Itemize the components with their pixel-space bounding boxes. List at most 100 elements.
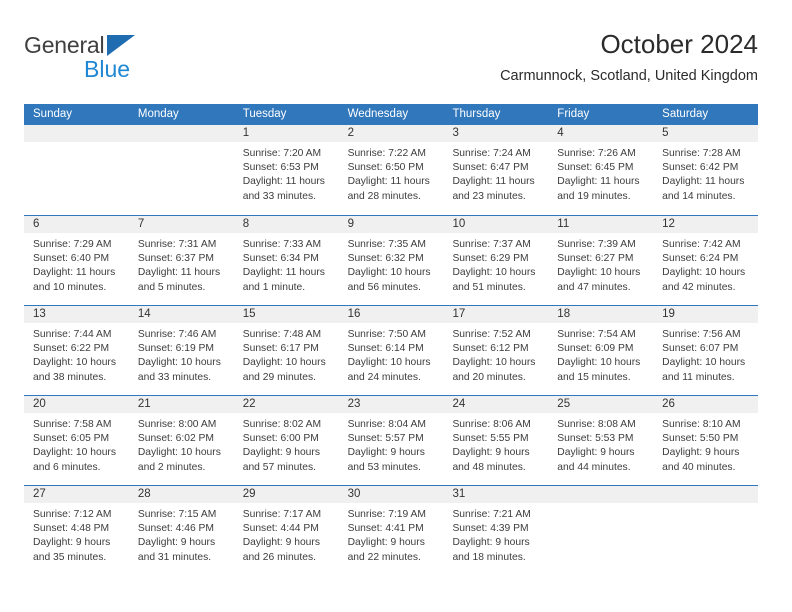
- day-details: Sunrise: 7:56 AM Sunset: 6:07 PM Daylight:…: [653, 323, 758, 385]
- calendar-day-cell[interactable]: 11 Sunrise: 7:39 AM Sunset: 6:27 PM Dayligh…: [548, 216, 654, 305]
- weekday-header-thursday: Thursday: [452, 108, 501, 120]
- calendar-day-cell[interactable]: 21 Sunrise: 8:00 AM Sunset: 6:02 PM Dayligh…: [128, 396, 234, 485]
- sunrise-time: Sunrise: 7:19 AM: [347, 509, 426, 520]
- calendar-day-cell[interactable]: 25 Sunrise: 8:08 AM Sunset: 5:53 PM Dayligh…: [548, 396, 654, 485]
- calendar-week-row: 6 Sunrise: 7:29 AM Sunset: 6:40 PM Daylight…: [24, 215, 759, 305]
- sunset-time: Sunset: 6:14 PM: [347, 343, 424, 355]
- calendar-week-row: 13 Sunrise: 7:44 AM Sunset: 6:22 PM Dayligh…: [24, 305, 759, 395]
- sunset-time: Sunset: 4:39 PM: [452, 523, 529, 535]
- day-details: Sunrise: 8:00 AM Sunset: 6:02 PM Daylight:…: [129, 413, 234, 475]
- day-number-band: 11: [548, 216, 654, 233]
- daylight-duration-line2: and 10 minutes.: [33, 281, 107, 293]
- daylight-duration-line1: Daylight: 9 hours: [347, 537, 425, 549]
- calendar-day-cell[interactable]: 31 Sunrise: 7:21 AM Sunset: 4:39 PM Dayligh…: [443, 486, 549, 575]
- daylight-duration-line1: Daylight: 10 hours: [557, 357, 641, 369]
- day-number: 30: [347, 488, 361, 500]
- sunset-time: Sunset: 6:47 PM: [452, 162, 529, 174]
- calendar-day-cell[interactable]: 2 Sunrise: 7:22 AM Sunset: 6:50 PM Daylight…: [338, 125, 444, 215]
- calendar-day-cell[interactable]: 10 Sunrise: 7:37 AM Sunset: 6:29 PM Dayligh…: [443, 216, 549, 305]
- day-number: 24: [452, 398, 466, 410]
- day-number: 10: [452, 218, 466, 230]
- calendar-day-cell[interactable]: 4 Sunrise: 7:26 AM Sunset: 6:45 PM Daylight…: [548, 125, 654, 215]
- calendar-day-cell[interactable]: 8 Sunrise: 7:33 AM Sunset: 6:34 PM Daylight…: [233, 216, 339, 305]
- daylight-duration-line2: and 18 minutes.: [452, 551, 526, 563]
- day-number: 1: [242, 127, 250, 139]
- calendar-day-cell[interactable]: 14 Sunrise: 7:46 AM Sunset: 6:19 PM Dayligh…: [128, 306, 234, 395]
- sunset-time: Sunset: 6:27 PM: [557, 253, 634, 265]
- day-details: Sunrise: 8:04 AM Sunset: 5:57 PM Daylight:…: [339, 413, 444, 475]
- daylight-duration-line1: Daylight: 10 hours: [557, 267, 641, 279]
- calendar-day-cell[interactable]: 17 Sunrise: 7:52 AM Sunset: 6:12 PM Dayligh…: [443, 306, 549, 395]
- day-number: 6: [33, 218, 40, 230]
- calendar-day-cell[interactable]: 28 Sunrise: 7:15 AM Sunset: 4:46 PM Dayligh…: [128, 486, 234, 575]
- sunrise-time: Sunrise: 7:21 AM: [452, 509, 531, 520]
- sunrise-time: Sunrise: 8:10 AM: [662, 419, 741, 430]
- calendar-day-cell[interactable]: 6 Sunrise: 7:29 AM Sunset: 6:40 PM Daylight…: [24, 216, 129, 305]
- calendar-day-cell[interactable]: 3 Sunrise: 7:24 AM Sunset: 6:47 PM Daylight…: [443, 125, 549, 215]
- calendar-day-cell[interactable]: 30 Sunrise: 7:19 AM Sunset: 4:41 PM Dayligh…: [338, 486, 444, 575]
- sunset-time: Sunset: 4:46 PM: [137, 523, 214, 535]
- sunrise-time: Sunrise: 7:35 AM: [347, 239, 426, 250]
- sunrise-time: Sunrise: 7:17 AM: [242, 509, 322, 520]
- day-number: 17: [452, 308, 466, 320]
- sunset-time: Sunset: 6:22 PM: [33, 343, 110, 355]
- logo-text-blue: Blue: [84, 56, 131, 82]
- day-details: Sunrise: 7:15 AM Sunset: 4:46 PM Daylight:…: [129, 503, 234, 565]
- weekday-header-wednesday: Wednesday: [347, 108, 409, 120]
- daylight-duration-line1: Daylight: 10 hours: [137, 357, 221, 369]
- daylight-duration-line1: Daylight: 11 hours: [33, 267, 116, 279]
- day-number: 31: [452, 488, 466, 500]
- sunrise-time: Sunrise: 7:56 AM: [662, 329, 741, 340]
- sunset-time: Sunset: 6:29 PM: [452, 253, 529, 265]
- calendar-week-row: 1 Sunrise: 7:20 AM Sunset: 6:53 PM Daylight…: [24, 125, 759, 215]
- calendar-weeks: 1 Sunrise: 7:20 AM Sunset: 6:53 PM Daylight…: [24, 125, 759, 575]
- day-number: 4: [557, 127, 564, 139]
- day-number: 8: [242, 218, 250, 230]
- daylight-duration-line1: Daylight: 9 hours: [557, 447, 635, 459]
- calendar-day-cell-empty: [653, 486, 759, 575]
- sunrise-time: Sunrise: 7:26 AM: [557, 148, 636, 159]
- day-details: Sunrise: 7:22 AM Sunset: 6:50 PM Daylight:…: [339, 142, 444, 204]
- calendar-day-cell[interactable]: 13 Sunrise: 7:44 AM Sunset: 6:22 PM Dayligh…: [24, 306, 129, 395]
- day-details: Sunrise: 7:28 AM Sunset: 6:42 PM Daylight:…: [653, 142, 758, 204]
- calendar-day-cell[interactable]: 29 Sunrise: 7:17 AM Sunset: 4:44 PM Dayligh…: [233, 486, 339, 575]
- weekday-header-tuesday: Tuesday: [242, 108, 287, 120]
- calendar-day-cell[interactable]: 20 Sunrise: 7:58 AM Sunset: 6:05 PM Dayligh…: [24, 396, 129, 485]
- calendar-day-cell[interactable]: 12 Sunrise: 7:42 AM Sunset: 6:24 PM Dayligh…: [653, 216, 759, 305]
- daylight-duration-line2: and 56 minutes.: [347, 281, 421, 293]
- calendar-day-cell[interactable]: 24 Sunrise: 8:06 AM Sunset: 5:55 PM Dayligh…: [443, 396, 549, 485]
- general-blue-logo[interactable]: General Blue: [24, 32, 244, 88]
- daylight-duration-line1: Daylight: 11 hours: [242, 176, 325, 188]
- calendar-day-cell[interactable]: 5 Sunrise: 7:28 AM Sunset: 6:42 PM Daylight…: [653, 125, 759, 215]
- sunset-time: Sunset: 5:50 PM: [662, 433, 739, 445]
- calendar-day-cell[interactable]: 16 Sunrise: 7:50 AM Sunset: 6:14 PM Dayligh…: [338, 306, 444, 395]
- day-number: 26: [662, 398, 675, 410]
- calendar-day-cell[interactable]: 27 Sunrise: 7:12 AM Sunset: 4:48 PM Dayligh…: [24, 486, 129, 575]
- day-number-band: 19: [653, 306, 759, 323]
- sunrise-time: Sunrise: 7:20 AM: [242, 148, 322, 159]
- day-details: Sunrise: 8:10 AM Sunset: 5:50 PM Daylight:…: [653, 413, 758, 475]
- calendar-day-cell[interactable]: 7 Sunrise: 7:31 AM Sunset: 6:37 PM Daylight…: [128, 216, 234, 305]
- daylight-duration-line1: Daylight: 10 hours: [452, 267, 536, 279]
- calendar-week-row: 27 Sunrise: 7:12 AM Sunset: 4:48 PM Dayligh…: [24, 485, 759, 575]
- calendar-day-cell[interactable]: 26 Sunrise: 8:10 AM Sunset: 5:50 PM Dayligh…: [653, 396, 759, 485]
- calendar-day-cell[interactable]: 1 Sunrise: 7:20 AM Sunset: 6:53 PM Daylight…: [233, 125, 339, 215]
- sunset-time: Sunset: 6:34 PM: [242, 253, 319, 265]
- daylight-duration-line2: and 51 minutes.: [452, 281, 526, 293]
- sunset-time: Sunset: 6:07 PM: [662, 343, 739, 355]
- calendar-day-cell[interactable]: 9 Sunrise: 7:35 AM Sunset: 6:32 PM Daylight…: [338, 216, 444, 305]
- day-number: 20: [33, 398, 46, 410]
- daylight-duration-line1: Daylight: 9 hours: [452, 447, 530, 459]
- calendar-day-cell[interactable]: 22 Sunrise: 8:02 AM Sunset: 6:00 PM Dayligh…: [233, 396, 339, 485]
- daylight-duration-line2: and 31 minutes.: [137, 551, 212, 563]
- calendar-day-cell[interactable]: 23 Sunrise: 8:04 AM Sunset: 5:57 PM Dayligh…: [338, 396, 444, 485]
- calendar-day-cell[interactable]: 19 Sunrise: 7:56 AM Sunset: 6:07 PM Dayligh…: [653, 306, 759, 395]
- location-subtitle: Carmunnock, Scotland, United Kingdom: [500, 68, 758, 84]
- calendar-day-cell[interactable]: 18 Sunrise: 7:54 AM Sunset: 6:09 PM Dayligh…: [548, 306, 654, 395]
- day-details: Sunrise: 8:02 AM Sunset: 6:00 PM Daylight:…: [234, 413, 339, 475]
- sunrise-time: Sunrise: 7:50 AM: [347, 329, 426, 340]
- page-header: General Blue October 2024 Carmunnock, Sc…: [24, 28, 758, 96]
- sunrise-time: Sunrise: 8:04 AM: [347, 419, 426, 430]
- day-details: Sunrise: 7:50 AM Sunset: 6:14 PM Daylight:…: [339, 323, 444, 385]
- calendar-day-cell[interactable]: 15 Sunrise: 7:48 AM Sunset: 6:17 PM Dayligh…: [233, 306, 339, 395]
